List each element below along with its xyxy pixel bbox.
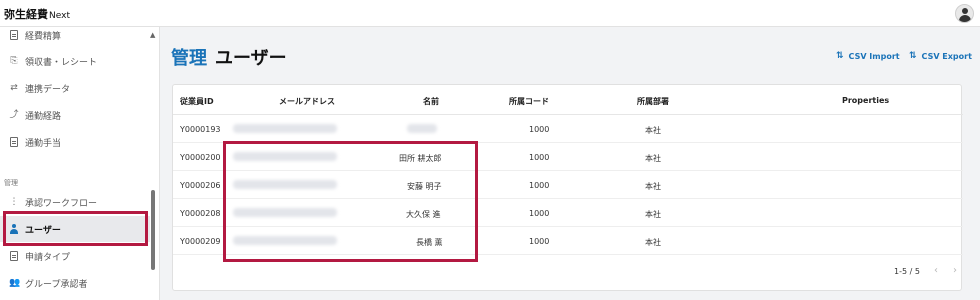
app-title[interactable]: 弥生経費Next — [4, 6, 70, 22]
sidebar-item-linked-data[interactable]: ⇄ 連携データ — [0, 75, 150, 101]
route-icon: ⤴ — [9, 110, 19, 120]
sidebar-item-label: グループ承認者 — [25, 279, 88, 290]
column-header-name[interactable]: 名前 — [423, 96, 439, 107]
highlight-box-sidebar — [3, 211, 148, 246]
sort-arrows-icon: ⇅ — [909, 51, 917, 61]
page-title-text: ユーザー — [215, 48, 287, 69]
section-label-admin: 管理 — [4, 179, 18, 187]
sidebar: ▲ 経費精算 ⎘ 領収書・レシート ⇄ 連携データ ⤴ 通勤経路 通勤手当 管理… — [0, 27, 160, 300]
csv-export-label: CSV Export — [921, 51, 972, 61]
highlight-box-table — [223, 141, 478, 262]
cell-dept-code: 1000 — [529, 153, 550, 162]
blurred-email — [233, 124, 337, 133]
cell-dept: 本社 — [645, 210, 661, 219]
top-bar: 弥生経費Next — [0, 0, 980, 27]
cell-id: Y0000208 — [180, 209, 221, 218]
blurred-name — [407, 124, 437, 133]
sidebar-item-receipt[interactable]: ⎘ 領収書・レシート — [0, 48, 150, 74]
allowance-icon — [9, 137, 19, 147]
sort-arrows-icon: ⇅ — [836, 51, 844, 61]
receipt-icon: ⎘ — [10, 56, 18, 66]
doc-icon — [9, 30, 19, 40]
sidebar-item-label: 申請タイプ — [25, 252, 71, 263]
cell-id: Y0000209 — [180, 237, 221, 246]
cell-dept-code: 1000 — [529, 125, 550, 134]
pagination-next-icon[interactable]: › — [953, 265, 957, 276]
column-header-email[interactable]: メールアドレス — [279, 96, 335, 107]
group-icon: 👥 — [9, 278, 21, 288]
link-icon: ⇄ — [10, 83, 18, 93]
cell-dept-code: 1000 — [529, 237, 550, 246]
column-header-dept[interactable]: 所属部署 — [637, 96, 669, 107]
sidebar-item-commute-allowance[interactable]: 通勤手当 — [0, 129, 150, 155]
page-title: 管理 ユーザー — [171, 44, 287, 70]
table-row[interactable]: Y0000193 1000 本社 — [173, 115, 963, 143]
cell-dept-code: 1000 — [529, 181, 550, 190]
sidebar-item-group-approver[interactable]: 👥 グループ承認者 — [0, 270, 150, 296]
sidebar-scrollbar[interactable] — [151, 190, 155, 270]
sidebar-item-expense[interactable]: 経費精算 — [0, 27, 150, 48]
sidebar-item-label: 領収書・レシート — [25, 57, 98, 68]
sidebar-item-label: 通勤経路 — [25, 111, 62, 122]
sidebar-item-label: 通勤手当 — [25, 138, 62, 149]
csv-export-button[interactable]: ⇅ CSV Export — [909, 51, 972, 61]
sidebar-item-label: 連携データ — [25, 84, 71, 95]
cell-id: Y0000206 — [180, 181, 221, 190]
avatar-head-icon — [962, 8, 968, 14]
doc-icon — [9, 251, 19, 261]
cell-id: Y0000200 — [180, 153, 221, 162]
app-title-sub: Next — [49, 11, 70, 21]
cell-id: Y0000193 — [180, 125, 221, 134]
page-title-prefix: 管理 — [171, 48, 207, 69]
app-title-main: 弥生経費 — [4, 8, 48, 21]
cell-dept: 本社 — [645, 238, 661, 247]
sidebar-item-request-type[interactable]: 申請タイプ — [0, 243, 150, 269]
cell-dept: 本社 — [645, 154, 661, 163]
scroll-up-icon[interactable]: ▲ — [150, 31, 155, 39]
csv-import-label: CSV Import — [848, 51, 900, 61]
cell-dept: 本社 — [645, 182, 661, 191]
table-header: 従業員ID メールアドレス 名前 所属コード 所属部署 Properties — [173, 85, 963, 115]
column-header-properties[interactable]: Properties — [842, 96, 889, 105]
avatar[interactable] — [955, 4, 974, 23]
avatar-body-icon — [959, 15, 971, 22]
csv-import-button[interactable]: ⇅ CSV Import — [836, 51, 900, 61]
workflow-icon: ⋮ — [9, 197, 19, 207]
main-content: 管理 ユーザー ⇅ CSV Import ⇅ CSV Export 従業員ID メ… — [160, 27, 980, 300]
pagination-prev-icon[interactable]: ‹ — [934, 265, 938, 276]
sidebar-item-label: 経費精算 — [25, 31, 62, 42]
cell-dept-code: 1000 — [529, 209, 550, 218]
column-header-dept-code[interactable]: 所属コード — [509, 96, 549, 107]
column-header-id[interactable]: 従業員ID — [180, 96, 214, 107]
pagination-range: 1-5 / 5 — [894, 267, 920, 276]
cell-dept: 本社 — [645, 126, 661, 135]
sidebar-item-label: 承認ワークフロー — [25, 198, 98, 209]
sidebar-item-commute-route[interactable]: ⤴ 通勤経路 — [0, 102, 150, 128]
